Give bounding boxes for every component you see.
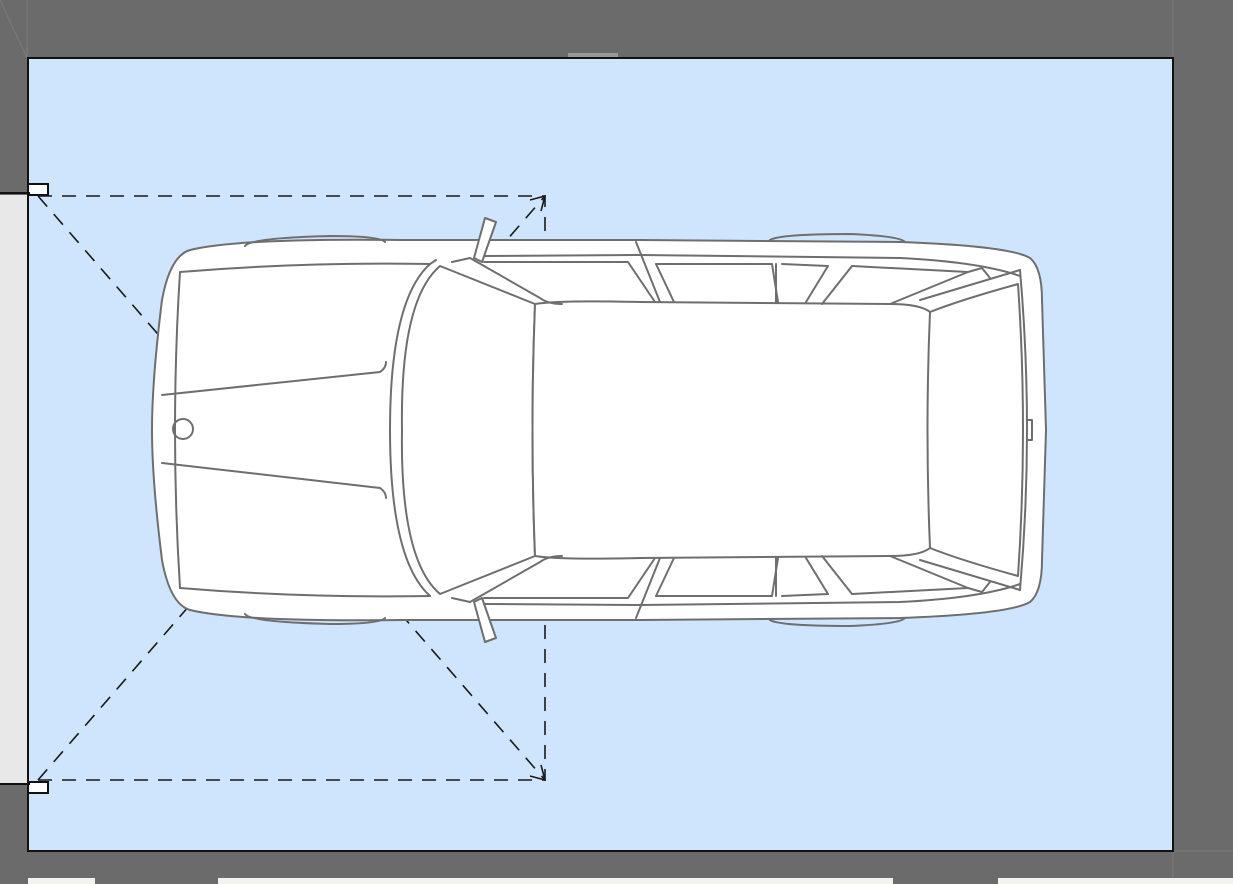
car-top-view-icon <box>151 217 1047 643</box>
garage-floor-plan <box>0 0 1233 884</box>
outside-area <box>0 195 28 783</box>
door-hinge-bottom <box>27 781 49 794</box>
door-hinge-top <box>27 183 49 196</box>
